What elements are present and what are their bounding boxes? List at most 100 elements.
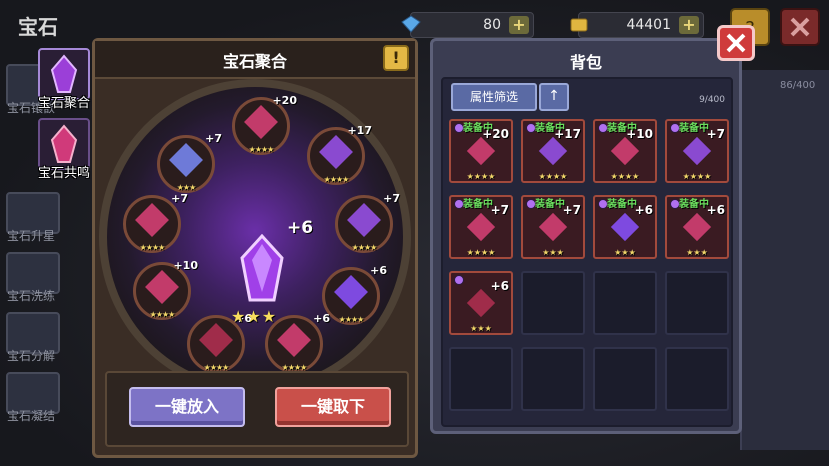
take-all-button[interactable]: 一键取下: [275, 387, 391, 427]
gem-slot[interactable]: +7 ★★★: [157, 132, 222, 193]
add-gold-button[interactable]: +: [679, 16, 699, 34]
gem-slot[interactable]: +7 ★★★★: [335, 192, 400, 253]
gem-slot[interactable]: +7 ★★★★: [123, 192, 188, 253]
backpack-item[interactable]: 装备中 +7 ★★★★: [449, 195, 513, 259]
menu-item-decompose[interactable]: 宝石分解: [2, 308, 60, 366]
gem-icon: [145, 270, 179, 304]
gem-icon: [610, 136, 640, 166]
empty-slot[interactable]: [593, 347, 657, 411]
slot-level: +7: [383, 192, 400, 205]
purple-gem-icon: [50, 54, 78, 93]
put-all-button[interactable]: 一键放入: [129, 387, 245, 427]
background-capacity: 86/400: [780, 80, 816, 91]
gem-icon: [135, 203, 169, 237]
backpack-item[interactable]: 装备中 +10 ★★★★: [593, 119, 657, 183]
backpack-item[interactable]: 装备中 +17 ★★★★: [521, 119, 585, 183]
empty-slot[interactable]: [593, 271, 657, 335]
tab-gem-fusion[interactable]: 宝石聚合: [34, 48, 94, 111]
slot-stars: ★★★: [176, 183, 197, 192]
equipped-label: 装备中: [679, 199, 709, 210]
item-level: +6: [706, 203, 725, 217]
gem-icon: [347, 203, 381, 237]
slot-level: +7: [205, 132, 222, 145]
backpack-grid: 属性筛选 ↑ 9/400 装备中 +20 ★★★★ 装备中 +17 ★★★★ 装…: [441, 77, 733, 427]
slot-stars: ★★★★: [248, 145, 275, 154]
gem-icon: [319, 135, 353, 169]
backpack-item[interactable]: 装备中 +6 ★★★: [593, 195, 657, 259]
menu-item-condense[interactable]: 宝石凝结: [2, 368, 60, 426]
backpack-item[interactable]: +6 ★★★: [449, 271, 513, 335]
diamond-counter: 80 +: [401, 12, 534, 38]
gem-icon: [466, 288, 496, 318]
backpack-item[interactable]: 装备中 +20 ★★★★: [449, 119, 513, 183]
fused-gem-icon: [240, 234, 284, 302]
menu-item-star-up[interactable]: 宝石升星: [2, 188, 60, 246]
gem-icon: [538, 212, 568, 242]
resonance-gem-icon: [50, 124, 78, 163]
gem-icon: [169, 143, 203, 177]
info-button[interactable]: !: [383, 45, 409, 71]
backpack-item[interactable]: 装备中 +7 ★★★: [521, 195, 585, 259]
slot-stars: ★★★★: [139, 243, 166, 252]
gem-icon: [538, 136, 568, 166]
attribute-filter-button[interactable]: 属性筛选: [451, 83, 537, 111]
item-stars: ★★★★: [610, 172, 640, 181]
gem-slot[interactable]: +17 ★★★★: [307, 124, 372, 185]
menu-item-refine[interactable]: 宝石洗练: [2, 248, 60, 306]
backpack-item[interactable]: 装备中 +7 ★★★★: [665, 119, 729, 183]
item-stars: ★★★★: [466, 172, 496, 181]
item-stars: ★★★: [542, 248, 564, 257]
add-diamond-button[interactable]: +: [509, 16, 529, 34]
close-icon: [790, 17, 810, 37]
diamond-icon: [401, 15, 421, 33]
gem-slot[interactable]: +20 ★★★★: [232, 94, 297, 155]
gem-icon: [244, 105, 278, 139]
equipped-label: 装备中: [535, 199, 565, 210]
slot-stars: ★★★★: [323, 175, 350, 184]
gem-type-icon: [454, 275, 464, 285]
slot-level: +20: [272, 94, 297, 107]
gem-icon: [277, 323, 311, 357]
close-icon: [726, 33, 746, 53]
fused-gem-level: +6: [287, 218, 314, 238]
gold-coins-icon: [570, 18, 588, 32]
menu-item-label: 宝石凝结: [6, 409, 55, 423]
item-level: +7: [706, 127, 725, 141]
empty-slot[interactable]: [665, 347, 729, 411]
slot-level: +10: [173, 259, 198, 272]
gem-icon: [199, 323, 233, 357]
fusion-wheel: +20 ★★★★ +17 ★★★★ +7 ★★★★ +6 ★★★★ +6 ★★★…: [99, 79, 411, 395]
sort-button[interactable]: ↑: [539, 83, 569, 111]
fused-gem-stars: ★★★: [231, 307, 278, 326]
slot-level: +7: [171, 192, 188, 205]
equipped-label: 装备中: [607, 199, 637, 210]
fusion-header: 宝石聚合 !: [95, 41, 415, 79]
gem-slot[interactable]: +10 ★★★★: [133, 259, 198, 320]
exit-button[interactable]: [780, 8, 820, 46]
item-level: +20: [482, 127, 509, 141]
tab-gem-resonance[interactable]: 宝石共鸣: [34, 118, 94, 181]
page-title: 宝石: [18, 15, 58, 39]
backpack-item[interactable]: 装备中 +6 ★★★: [665, 195, 729, 259]
item-level: +17: [554, 127, 581, 141]
background-gem-list: [740, 70, 829, 450]
empty-slot[interactable]: [665, 271, 729, 335]
equipped-label: 装备中: [463, 199, 493, 210]
fusion-panel: 宝石聚合 ! +20 ★★★★ +17 ★★★★ +7 ★★★★ +6 ★★★★…: [92, 38, 418, 458]
gem-icon: [610, 212, 640, 242]
empty-slot[interactable]: [521, 271, 585, 335]
item-level: +6: [634, 203, 653, 217]
item-level: +10: [626, 127, 653, 141]
empty-slot[interactable]: [449, 347, 513, 411]
gem-icon: [466, 136, 496, 166]
empty-slot[interactable]: [521, 347, 585, 411]
gem-icon: [334, 275, 368, 309]
backpack-capacity: 9/400: [699, 95, 725, 105]
gem-slot[interactable]: +6 ★★★★: [322, 264, 387, 325]
menu-item-label: 宝石洗练: [6, 289, 55, 303]
close-backpack-button[interactable]: [717, 25, 755, 61]
gold-amount: 44401: [626, 17, 671, 33]
item-stars: ★★★★: [682, 172, 712, 181]
fusion-footer: 一键放入 一键取下: [105, 371, 409, 447]
item-level: +7: [562, 203, 581, 217]
